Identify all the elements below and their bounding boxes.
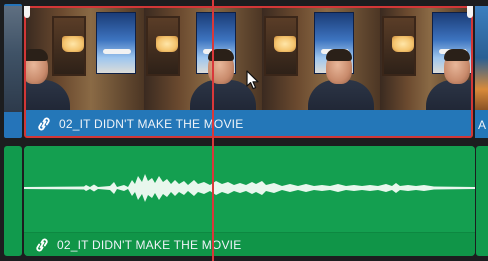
previous-audio-clip[interactable] [4,146,22,256]
audio-clip-label-bar: 02_IT DIDN'T MAKE THE MOVIE [24,232,475,256]
filmstrip-frame [380,8,471,110]
previous-clip-thumbnail [4,6,22,112]
playhead[interactable] [212,0,214,261]
audio-clip[interactable]: 02_IT DIDN'T MAKE THE MOVIE [24,146,475,256]
video-clip-name: 02_IT DIDN'T MAKE THE MOVIE [59,116,244,131]
next-clip-thumbnail [475,6,488,110]
next-clip-name: A [478,118,487,132]
video-filmstrip [26,8,471,110]
timeline[interactable]: 02_IT DIDN'T MAKE THE MOVIE A 02_IT DIDN… [0,0,488,261]
filmstrip-frame [26,8,144,110]
audio-waveform [24,174,475,202]
filmstrip-frame [144,8,262,110]
next-video-clip[interactable]: A [475,6,488,138]
clip-start-trim-handle[interactable] [24,6,30,18]
next-audio-clip[interactable] [476,146,488,256]
filmstrip-frame [262,8,380,110]
audio-waveform-area [24,146,475,232]
previous-video-clip[interactable] [4,4,22,138]
clip-end-trim-handle[interactable] [467,6,473,18]
link-icon [38,117,50,130]
video-clip-label-bar: 02_IT DIDN'T MAKE THE MOVIE [26,111,471,136]
link-icon [36,238,48,251]
arrow-cursor-icon [246,70,259,90]
